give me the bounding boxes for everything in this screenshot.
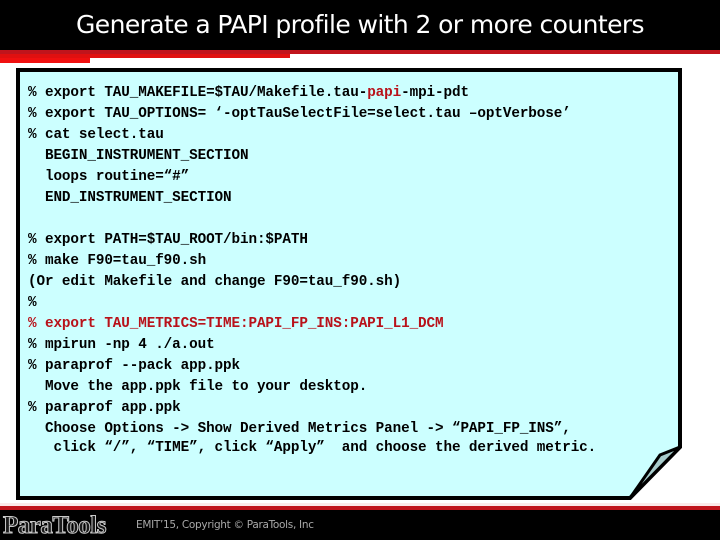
code-text: loops routine=“#” <box>28 169 190 185</box>
code-line: % cat select.tau <box>28 125 596 146</box>
code-line: % export TAU_METRICS=TIME:PAPI_FP_INS:PA… <box>28 314 596 335</box>
code-line: % <box>28 293 596 314</box>
code-text: (Or edit Makefile and change F90=tau_f90… <box>28 274 402 290</box>
code-text: % make F90=tau_f90.sh <box>28 253 207 269</box>
code-text: click “/”, “TIME”, click “Apply” and cho… <box>28 439 597 456</box>
code-text: % export PATH=$TAU_ROOT/bin:$PATH <box>28 232 308 248</box>
code-line: Move the app.ppk file to your desktop. <box>28 377 596 398</box>
code-line: % export TAU_OPTIONS= ‘-optTauSelectFile… <box>28 104 596 125</box>
code-text: -mpi-pdt <box>401 85 469 101</box>
code-text: BEGIN_INSTRUMENT_SECTION <box>28 148 249 164</box>
code-line: % make F90=tau_f90.sh <box>28 251 596 272</box>
code-line: (Or edit Makefile and change F90=tau_f90… <box>28 272 596 293</box>
code-line: % export TAU_MAKEFILE=$TAU/Makefile.tau-… <box>28 83 596 104</box>
code-line: click “/”, “TIME”, click “Apply” and cho… <box>28 438 596 457</box>
highlighted-code-text: % export TAU_METRICS=TIME:PAPI_FP_INS:PA… <box>28 316 444 332</box>
code-line: % mpirun -np 4 ./a.out <box>28 335 596 356</box>
code-line: Choose Options -> Show Derived Metrics P… <box>28 419 596 438</box>
code-line: % paraprof app.ppk <box>28 398 596 419</box>
code-text: % mpirun -np 4 ./a.out <box>28 337 215 353</box>
copyright-text: EMIT’15, Copyright © ParaTools, Inc <box>136 519 314 531</box>
code-text: Move the app.ppk file to your desktop. <box>28 379 368 395</box>
footer-bar <box>0 510 720 540</box>
code-text: END_INSTRUMENT_SECTION <box>28 190 232 206</box>
code-line: END_INSTRUMENT_SECTION <box>28 188 596 209</box>
code-text: % export TAU_MAKEFILE=$TAU/Makefile.tau- <box>28 85 368 101</box>
code-line: BEGIN_INSTRUMENT_SECTION <box>28 146 596 167</box>
code-line: % export PATH=$TAU_ROOT/bin:$PATH <box>28 230 596 251</box>
code-block: % export TAU_MAKEFILE=$TAU/Makefile.tau-… <box>28 83 596 456</box>
code-text: % export TAU_OPTIONS= ‘-optTauSelectFile… <box>28 106 571 122</box>
code-text: % <box>28 295 37 311</box>
code-line: loops routine=“#” <box>28 167 596 188</box>
code-text: % cat select.tau <box>28 127 164 143</box>
code-text: % paraprof app.ppk <box>28 400 181 416</box>
code-text: Choose Options -> Show Derived Metrics P… <box>28 421 571 437</box>
highlighted-code-text: papi <box>367 85 402 101</box>
code-text: % paraprof --pack app.ppk <box>28 358 240 374</box>
paratools-logo: ParaTools <box>3 512 107 540</box>
code-line: % paraprof --pack app.ppk <box>28 356 596 377</box>
